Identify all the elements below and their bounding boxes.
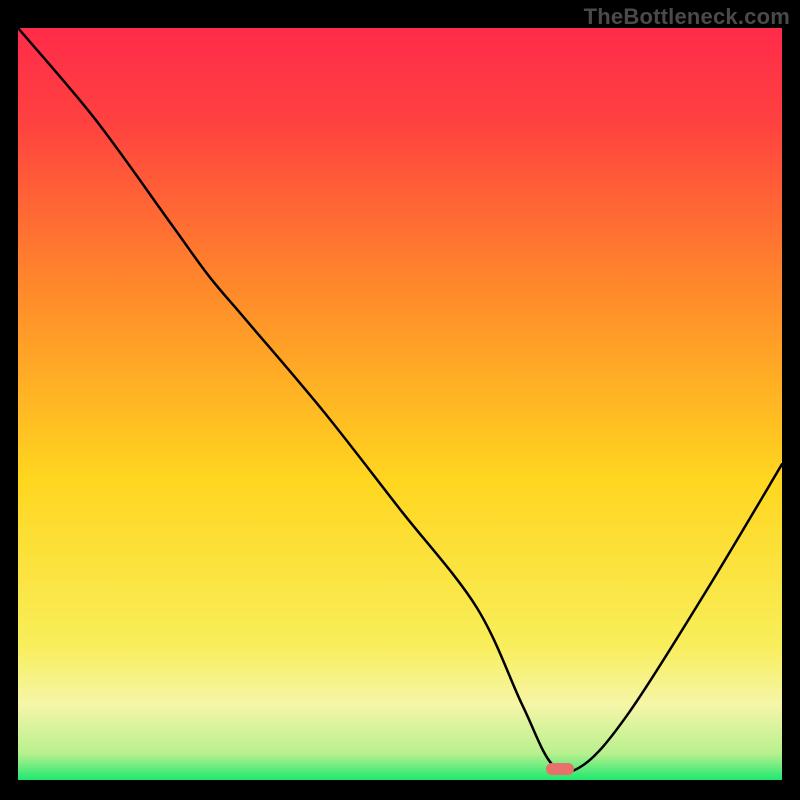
gradient-rect (18, 28, 782, 780)
watermark-text: TheBottleneck.com (584, 4, 790, 30)
plot-area (18, 28, 782, 780)
chart-frame: TheBottleneck.com (0, 0, 800, 800)
optimal-marker (546, 763, 574, 775)
chart-svg (18, 28, 782, 780)
